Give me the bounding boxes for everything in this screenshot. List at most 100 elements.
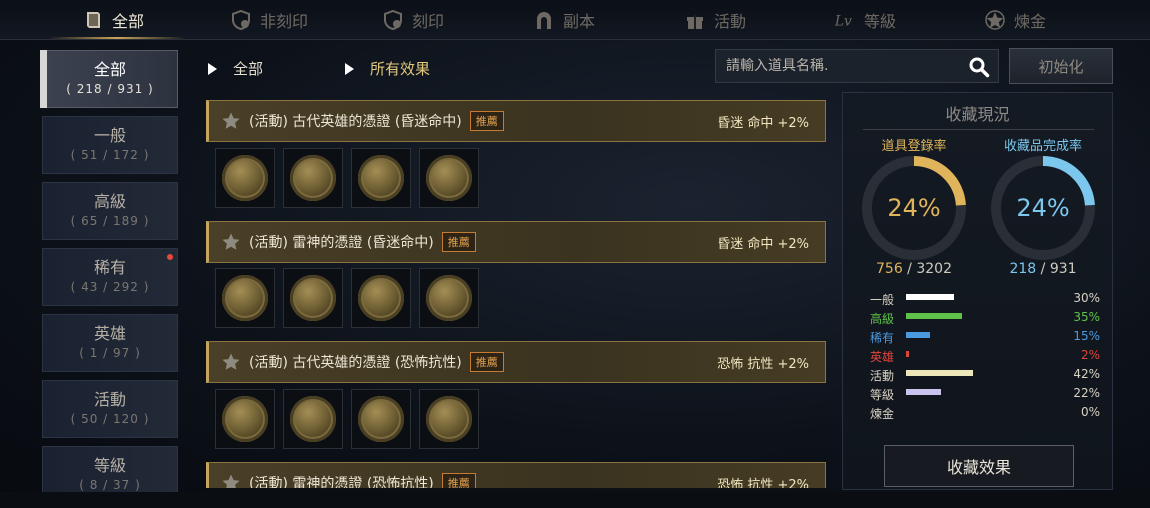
- grade-percent: 22%: [1073, 386, 1100, 400]
- new-notification-dot: [167, 254, 173, 260]
- grade-label: 稀有: [870, 331, 895, 345]
- item-slot[interactable]: [351, 389, 411, 449]
- gift-icon: [684, 9, 706, 31]
- sidebar-item-count: ( 218 / 931 ): [66, 82, 154, 96]
- tab-unengraved[interactable]: 非刻印: [230, 0, 308, 40]
- item-slot[interactable]: [419, 389, 479, 449]
- tab-engraved[interactable]: 刻印: [382, 0, 444, 40]
- collection-item-slots: [215, 389, 479, 449]
- item-slot[interactable]: [215, 389, 275, 449]
- collection-completion-rate-label: 收藏品完成率: [1003, 139, 1082, 154]
- grade-stat-row: 高級 35%: [870, 308, 1102, 327]
- svg-text:Lv: Lv: [834, 14, 852, 30]
- item-registration-ring: 24%: [862, 156, 966, 260]
- sidebar-item-event[interactable]: 活動 ( 50 / 120 ): [42, 380, 178, 438]
- item-slot[interactable]: [215, 268, 275, 328]
- tab-level[interactable]: Lv 等級: [834, 0, 896, 40]
- item-slot[interactable]: [215, 148, 275, 208]
- category-filter-value: 全部: [233, 60, 264, 78]
- grade-percent: 0%: [1080, 405, 1100, 419]
- reset-button[interactable]: 初始化: [1009, 48, 1113, 84]
- grade-bar: [906, 332, 930, 338]
- current-count: 756: [876, 261, 903, 277]
- collection-item-slots: [215, 268, 479, 328]
- sidebar-item-hero[interactable]: 英雄 ( 1 / 97 ): [42, 314, 178, 372]
- star-icon[interactable]: [221, 111, 241, 131]
- collection-effect: 恐怖 抗性 +2%: [717, 477, 809, 489]
- grade-percent: 42%: [1073, 367, 1100, 381]
- star-icon[interactable]: [221, 473, 241, 488]
- collection-status-panel: 收藏現況 道具登錄率 24% 756 / 3202 收藏品完成率 24% 218…: [842, 92, 1113, 490]
- coin-token-icon: [222, 155, 268, 201]
- coin-token-icon: [290, 275, 336, 321]
- collection-row-header[interactable]: (活動) 古代英雄的憑證 (恐怖抗性) 推薦 恐怖 抗性 +2%: [206, 341, 826, 383]
- tab-event[interactable]: 活動: [684, 0, 746, 40]
- item-slot[interactable]: [419, 268, 479, 328]
- recommended-badge: 推薦: [469, 111, 504, 131]
- item-slot[interactable]: [419, 148, 479, 208]
- collection-title: (活動) 雷神的憑證 (昏迷命中): [249, 235, 434, 251]
- grade-label: 高級: [870, 312, 895, 326]
- sidebar-item-count: ( 51 / 172 ): [70, 148, 150, 162]
- grade-label: 英雄: [870, 350, 895, 364]
- grade-percent: 15%: [1073, 329, 1100, 343]
- item-slot[interactable]: [283, 389, 343, 449]
- star-icon[interactable]: [221, 232, 241, 252]
- collection-list[interactable]: (活動) 古代英雄的憑證 (昏迷命中) 推薦 昏迷 命中 +2% (活動) 雷神…: [198, 92, 833, 488]
- tab-alchemy[interactable]: 煉金: [984, 0, 1046, 40]
- panel-title: 收藏現況: [945, 105, 1010, 124]
- collection-row-header[interactable]: (活動) 古代英雄的憑證 (昏迷命中) 推薦 昏迷 命中 +2%: [206, 100, 826, 142]
- collection-item-slots: [215, 148, 479, 208]
- sidebar-item-normal[interactable]: 一般 ( 51 / 172 ): [42, 116, 178, 174]
- collection-title: (活動) 古代英雄的憑證 (昏迷命中): [249, 114, 462, 130]
- search-icon[interactable]: [968, 56, 990, 82]
- collection-row-header[interactable]: (活動) 雷神的憑證 (恐怖抗性) 推薦 恐怖 抗性 +2%: [206, 462, 826, 488]
- effect-filter-value: 所有效果: [370, 60, 431, 78]
- sidebar-item-label: 稀有: [93, 258, 126, 277]
- shield-lock-icon: [230, 9, 252, 31]
- sidebar-item-rare[interactable]: 稀有 ( 43 / 292 ): [42, 248, 178, 306]
- sidebar-item-label: 全部: [93, 60, 126, 79]
- item-slot[interactable]: [351, 268, 411, 328]
- tab-all[interactable]: 全部: [82, 0, 144, 40]
- item-search-box: [715, 49, 999, 83]
- ring-percent: 24%: [1016, 194, 1069, 222]
- sidebar-item-count: ( 43 / 292 ): [70, 280, 150, 294]
- collection-title: (活動) 古代英雄的憑證 (恐怖抗性): [249, 355, 462, 371]
- recommended-badge: 推薦: [469, 352, 504, 372]
- collection-effects-button[interactable]: 收藏效果: [884, 445, 1074, 487]
- effect-filter-dropdown[interactable]: 所有效果: [345, 58, 430, 79]
- tab-dungeon[interactable]: 副本: [533, 0, 595, 40]
- coin-token-icon: [290, 155, 336, 201]
- sidebar-item-label: 一般: [93, 126, 126, 145]
- coin-token-icon: [426, 396, 472, 442]
- tab-label: 煉金: [1014, 12, 1047, 31]
- grade-stat-row: 稀有 15%: [870, 327, 1102, 346]
- grade-stat-row: 煉金 0%: [870, 403, 1102, 422]
- coin-token-icon: [222, 275, 268, 321]
- grade-percent: 35%: [1073, 310, 1100, 324]
- search-input[interactable]: [726, 58, 966, 74]
- grade-percent: 2%: [1080, 348, 1100, 362]
- sidebar-item-all[interactable]: 全部 ( 218 / 931 ): [42, 50, 178, 108]
- sidebar-item-count: ( 65 / 189 ): [70, 214, 150, 228]
- star-icon[interactable]: [221, 352, 241, 372]
- grade-stat-row: 等級 22%: [870, 384, 1102, 403]
- category-filter-dropdown[interactable]: 全部: [208, 58, 263, 79]
- grade-stat-row: 活動 42%: [870, 365, 1102, 384]
- sidebar-item-advanced[interactable]: 高級 ( 65 / 189 ): [42, 182, 178, 240]
- grade-label: 活動: [870, 369, 895, 383]
- tab-label: 非刻印: [260, 12, 309, 31]
- item-slot[interactable]: [351, 148, 411, 208]
- grade-bar: [906, 313, 962, 319]
- coin-token-icon: [358, 275, 404, 321]
- collection-row-header[interactable]: (活動) 雷神的憑證 (昏迷命中) 推薦 昏迷 命中 +2%: [206, 221, 826, 263]
- coin-token-icon: [426, 275, 472, 321]
- collection-effect: 恐怖 抗性 +2%: [717, 356, 809, 372]
- bottom-edge: [0, 492, 1150, 508]
- active-sidebar-marker: [40, 50, 47, 108]
- coin-token-icon: [222, 396, 268, 442]
- item-slot[interactable]: [283, 268, 343, 328]
- item-slot[interactable]: [283, 148, 343, 208]
- ring-percent: 24%: [887, 194, 940, 222]
